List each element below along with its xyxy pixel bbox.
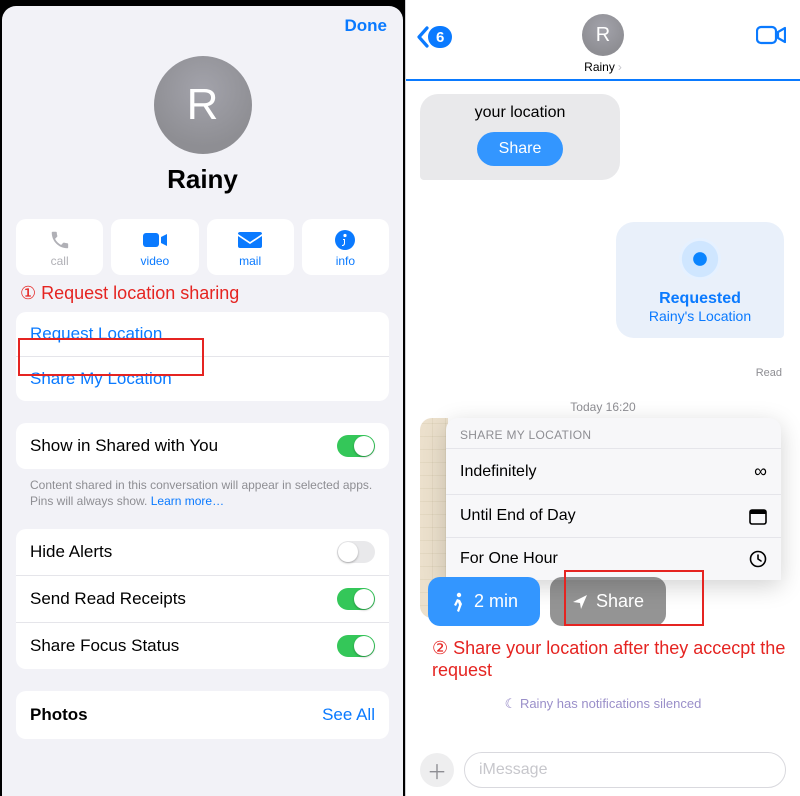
opt3-label: For One Hour xyxy=(460,550,558,568)
alerts-group: Hide Alerts Send Read Receipts Share Foc… xyxy=(16,529,389,669)
chat-header: 6 R Rainy › xyxy=(406,0,800,80)
read-receipts-label: Send Read Receipts xyxy=(30,589,186,609)
read-receipts-cell[interactable]: Send Read Receipts xyxy=(16,576,389,623)
calendar-icon xyxy=(749,507,767,525)
phone-icon xyxy=(49,228,71,252)
message-area[interactable]: your location Share Requested Rainy's Lo… xyxy=(406,82,800,736)
compose-bar: ＋ iMessage xyxy=(406,752,800,788)
message-placeholder: iMessage xyxy=(479,761,547,779)
focus-status-toggle-icon[interactable] xyxy=(337,635,375,657)
share-end-of-day-option[interactable]: Until End of Day xyxy=(446,494,781,537)
requested-label: Requested xyxy=(659,290,741,308)
focus-status-label: Share Focus Status xyxy=(30,636,179,656)
read-receipts-toggle-icon[interactable] xyxy=(337,588,375,610)
contact-sheet: Done R Rainy call video xyxy=(2,6,403,796)
hide-alerts-label: Hide Alerts xyxy=(30,542,112,562)
info-label: info xyxy=(336,254,355,268)
facetime-button[interactable] xyxy=(756,24,786,46)
incoming-text: your location xyxy=(475,104,566,122)
notifications-silenced: ☾ Rainy has notifications silenced xyxy=(406,696,800,712)
info-button[interactable]: info xyxy=(302,219,389,275)
avatar: R xyxy=(154,56,252,154)
call-button[interactable]: call xyxy=(16,219,103,275)
shared-with-you-cell[interactable]: Show in Shared with You xyxy=(16,423,389,469)
see-all-link[interactable]: See All xyxy=(322,705,375,725)
back-button[interactable]: 6 xyxy=(416,26,452,48)
plus-icon: ＋ xyxy=(427,756,447,785)
contact-name: Rainy xyxy=(167,164,238,195)
photos-label: Photos xyxy=(30,705,88,725)
done-button[interactable]: Done xyxy=(345,16,388,36)
chat-name-row[interactable]: Rainy › xyxy=(406,60,800,74)
walking-icon xyxy=(450,592,466,612)
annotation-2: ② Share your location after they accecpt… xyxy=(432,638,790,681)
share-pill-label: Share xyxy=(596,591,644,612)
outgoing-location-request[interactable]: Requested Rainy's Location xyxy=(616,222,784,338)
share-location-pill[interactable]: Share xyxy=(550,577,666,626)
learn-more-link[interactable]: Learn more… xyxy=(151,494,224,508)
shared-with-you-note: Content shared in this conversation will… xyxy=(2,469,403,523)
call-label: call xyxy=(51,254,69,268)
video-label: video xyxy=(141,254,170,268)
video-button[interactable]: video xyxy=(111,219,198,275)
video-icon xyxy=(143,228,167,252)
read-receipt: Read xyxy=(756,367,782,379)
share-indefinitely-option[interactable]: Indefinitely ∞ xyxy=(446,448,781,494)
infinity-icon: ∞ xyxy=(754,461,767,482)
hide-alerts-toggle-icon[interactable] xyxy=(337,541,375,563)
share-panel-title: SHARE MY LOCATION xyxy=(446,418,781,448)
back-count-badge: 6 xyxy=(428,26,452,48)
opt2-label: Until End of Day xyxy=(460,507,576,525)
requested-sublabel: Rainy's Location xyxy=(649,308,751,324)
photos-row[interactable]: Photos See All xyxy=(16,691,389,739)
shared-with-you-label: Show in Shared with You xyxy=(30,436,218,456)
focus-status-cell[interactable]: Share Focus Status xyxy=(16,623,389,669)
imessage-indicator xyxy=(406,79,800,81)
timestamp: Today 16:20 xyxy=(406,400,800,414)
photos-group: Photos See All xyxy=(16,691,389,739)
mail-button[interactable]: mail xyxy=(207,219,294,275)
pill-row: 2 min Share xyxy=(428,577,666,626)
video-icon xyxy=(756,24,786,46)
hide-alerts-cell[interactable]: Hide Alerts xyxy=(16,529,389,576)
left-panel: Done R Rainy call video xyxy=(0,0,405,796)
silenced-text: Rainy has notifications silenced xyxy=(520,696,701,711)
incoming-share-button[interactable]: Share xyxy=(477,132,564,166)
plus-button[interactable]: ＋ xyxy=(420,753,454,787)
message-input[interactable]: iMessage xyxy=(464,752,786,788)
chat-contact-name: Rainy xyxy=(584,60,615,74)
mail-label: mail xyxy=(239,254,261,268)
shared-with-you-toggle-icon[interactable] xyxy=(337,435,375,457)
walk-time-pill[interactable]: 2 min xyxy=(428,577,540,626)
share-one-hour-option[interactable]: For One Hour xyxy=(446,537,781,580)
chevron-right-icon: › xyxy=(618,60,622,74)
clock-icon xyxy=(749,550,767,568)
avatar-block: R Rainy xyxy=(2,56,403,195)
location-group: Request Location Share My Location xyxy=(16,312,389,401)
info-icon xyxy=(335,228,355,252)
opt1-label: Indefinitely xyxy=(460,463,537,481)
chat-avatar[interactable]: R xyxy=(582,14,624,56)
incoming-message: your location Share xyxy=(420,94,620,180)
request-location-cell[interactable]: Request Location xyxy=(16,312,389,357)
mail-icon xyxy=(238,228,262,252)
share-my-location-cell[interactable]: Share My Location xyxy=(16,357,389,401)
action-row: call video mail info xyxy=(2,195,403,281)
location-arrow-icon xyxy=(572,594,588,610)
sheet-header: Done xyxy=(2,6,403,36)
walk-time-label: 2 min xyxy=(474,591,518,612)
right-panel: 6 R Rainy › your location Share Requeste… xyxy=(405,0,800,796)
annotation-1: ① Request location sharing xyxy=(2,281,403,306)
moon-icon: ☾ xyxy=(505,696,517,711)
share-location-panel: SHARE MY LOCATION Indefinitely ∞ Until E… xyxy=(446,418,781,580)
shared-with-you-group: Show in Shared with You xyxy=(16,423,389,469)
location-dot-icon xyxy=(679,238,721,280)
